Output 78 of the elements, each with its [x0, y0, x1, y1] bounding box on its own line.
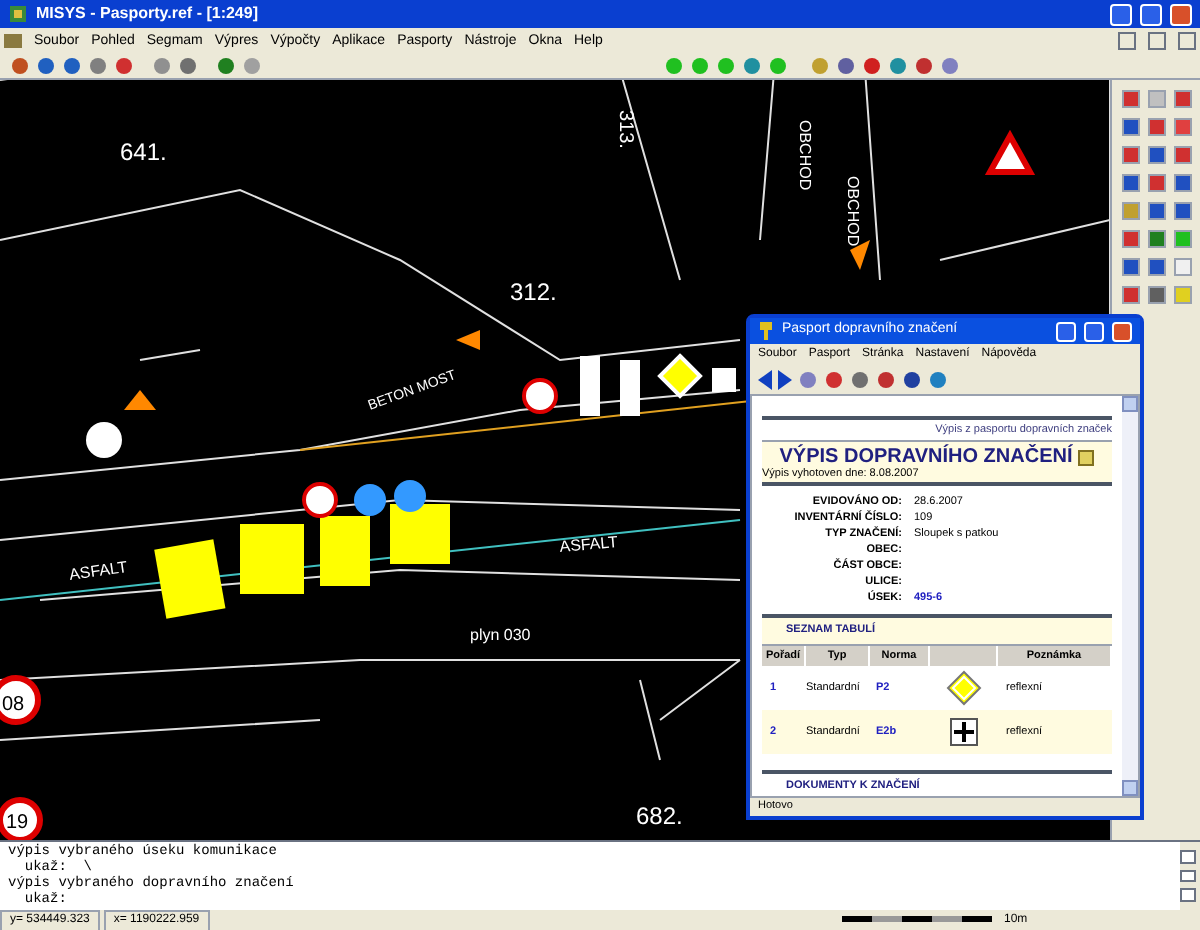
toolbar-button[interactable] — [112, 54, 134, 76]
toolbar-button[interactable] — [860, 54, 882, 76]
map-label: plyn 030 — [470, 626, 531, 644]
toolbar-button[interactable] — [912, 54, 934, 76]
report-heading: VÝPIS DOPRAVNÍHO ZNAČENÍ — [779, 448, 1073, 469]
restore-button[interactable] — [1148, 31, 1166, 49]
toolbar-button[interactable] — [1144, 282, 1169, 306]
map-label: OBCHOD — [844, 176, 862, 247]
window-title: MISYS - Pasporty.ref - [1:249] — [36, 2, 258, 26]
toolbar-button[interactable] — [1144, 226, 1169, 250]
toolbar-button[interactable] — [34, 54, 56, 76]
document-icon — [1078, 450, 1095, 467]
map-label: 313. — [614, 110, 636, 149]
toolbar-button[interactable] — [824, 370, 844, 390]
toolbar-button[interactable] — [1118, 114, 1142, 138]
sign-plate — [712, 368, 736, 392]
close-button[interactable] — [1178, 31, 1196, 49]
priority-road-sign — [657, 353, 703, 399]
app-icon — [8, 4, 28, 24]
prohibition-sign — [302, 482, 338, 518]
prohibition-sign — [0, 675, 41, 725]
toolbar-button[interactable] — [1171, 198, 1196, 222]
toolbar-button[interactable] — [928, 370, 948, 390]
arrow-marker — [456, 330, 480, 350]
toolbar-button[interactable] — [902, 370, 922, 390]
toolbar-button[interactable] — [1118, 226, 1142, 250]
toolbar-button[interactable] — [176, 54, 198, 76]
map-label: OBCHOD — [796, 120, 814, 191]
round-marker — [86, 422, 122, 458]
toolbar-button[interactable] — [1171, 142, 1196, 166]
toolbar-button[interactable] — [214, 54, 236, 76]
toolbar-button[interactable] — [86, 54, 108, 76]
forward-button[interactable] — [778, 370, 792, 390]
map-label: 08 — [2, 694, 25, 716]
sign-icon — [758, 322, 774, 340]
document-icon — [4, 31, 22, 49]
toolbar-button[interactable] — [1118, 142, 1142, 166]
mandatory-sign — [394, 480, 426, 512]
scroll-down-button[interactable] — [1180, 888, 1196, 903]
toolbar-button[interactable] — [1171, 170, 1196, 194]
toolbar-button[interactable] — [876, 370, 896, 390]
warning-sign — [984, 129, 1036, 175]
scrollbar[interactable] — [1122, 396, 1138, 796]
toolbar-button[interactable] — [1144, 170, 1169, 194]
map-label: ASFALT — [68, 558, 129, 584]
map-label: 682. — [636, 802, 683, 830]
toolbar-button[interactable] — [850, 370, 870, 390]
toolbar-button[interactable] — [834, 54, 856, 76]
sign-plate — [320, 516, 370, 586]
toolbar-button[interactable] — [8, 54, 30, 76]
minimize-button[interactable] — [1118, 31, 1136, 49]
toolbar-button[interactable] — [1118, 170, 1142, 194]
prohibition-sign — [522, 378, 558, 414]
toolbar-button[interactable] — [1144, 254, 1169, 278]
toolbar-button[interactable] — [1118, 86, 1142, 110]
sign-plate — [240, 524, 304, 594]
mandatory-sign — [354, 484, 386, 516]
maximize-button[interactable] — [1180, 850, 1196, 864]
map-label: 641. — [120, 138, 167, 166]
arrow-marker — [124, 390, 156, 410]
toolbar-button[interactable] — [1118, 282, 1142, 306]
map-label: 19 — [6, 812, 29, 834]
sign-plate — [580, 356, 600, 416]
map-label: ASFALT — [558, 532, 619, 556]
toolbar-button[interactable] — [1171, 86, 1196, 110]
toolbar-button[interactable] — [1144, 142, 1169, 166]
sign-plate — [620, 360, 640, 416]
sign-plate — [154, 539, 226, 619]
sign-plate — [390, 504, 450, 564]
map-label: 312. — [510, 278, 557, 306]
toolbar-button[interactable] — [1171, 114, 1196, 138]
scroll-up-button[interactable] — [1180, 869, 1196, 883]
toolbar-button[interactable] — [1144, 198, 1169, 222]
toolbar-button[interactable] — [1144, 114, 1169, 138]
crossroad-sign — [950, 717, 978, 746]
toolbar-button[interactable] — [60, 54, 82, 76]
toolbar-button[interactable] — [1118, 254, 1142, 278]
back-button[interactable] — [758, 370, 772, 390]
